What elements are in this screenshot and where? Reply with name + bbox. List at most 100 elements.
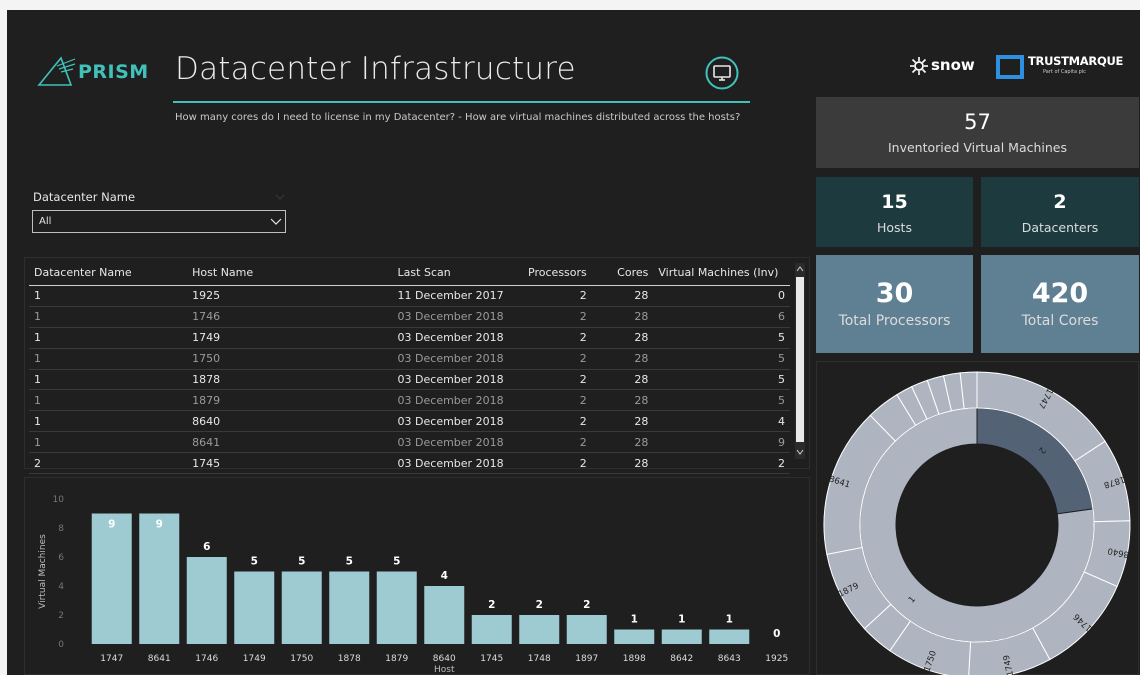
y-tick-label: 0	[58, 640, 64, 650]
table-row[interactable]: 1 1749 03 December 2018 2 28 5	[29, 327, 790, 349]
x-tick-label: 1879	[385, 654, 408, 664]
table-cell: 28	[591, 285, 654, 307]
table-cell: 5	[653, 348, 790, 370]
table-cell: 28	[591, 452, 654, 475]
card-cores-label: Total Cores	[1021, 313, 1099, 329]
table-row[interactable]: 2 1745 03 December 2018 2 28 2	[29, 452, 790, 475]
table-cell: 28	[591, 389, 654, 412]
column-header[interactable]: Cores	[591, 259, 654, 286]
host-table: Datacenter Name Host Name Last Scan Process…	[29, 259, 790, 475]
table-cell: 03 December 2018	[392, 306, 510, 328]
x-tick-label: 1748	[528, 654, 551, 664]
bar-data-label: 9	[156, 519, 163, 531]
bar	[281, 571, 322, 644]
slicer-collapse-icon[interactable]	[275, 194, 285, 200]
table-cell: 1	[29, 431, 188, 454]
card-hosts-value: 15	[881, 191, 908, 213]
table-cell: 03 December 2018	[392, 389, 510, 412]
chevron-down-icon	[270, 218, 282, 225]
x-tick-label: 1897	[575, 654, 598, 664]
scroll-down-icon[interactable]	[796, 448, 804, 456]
column-header[interactable]: Last Scan	[392, 259, 510, 286]
bar	[329, 571, 370, 644]
table-row[interactable]: 1 8641 03 December 2018 2 28 9	[29, 431, 790, 454]
bar	[139, 513, 180, 644]
table-cell: 5	[653, 369, 790, 391]
table-row[interactable]: 1 1746 03 December 2018 2 28 6	[29, 306, 790, 328]
column-header[interactable]: Host Name	[187, 259, 393, 286]
bar-data-label: 5	[298, 556, 305, 568]
y-axis-label: Virtual Machines	[38, 534, 48, 609]
x-tick-label: 1747	[100, 654, 123, 664]
x-tick-label: 1745	[480, 654, 503, 664]
table-row[interactable]: 1 8640 03 December 2018 2 28 4	[29, 410, 790, 433]
bar-data-label: 5	[346, 556, 353, 568]
column-header[interactable]: Processors	[509, 259, 592, 286]
table-cell: 2	[509, 410, 592, 433]
table-scrollbar-thumb[interactable]	[796, 277, 804, 442]
host-distribution-donut-chart: 2117471878864017461749175018798641	[823, 371, 1131, 675]
table-cell: 1746	[187, 306, 393, 328]
card-vms-label: Inventoried Virtual Machines	[887, 140, 1068, 155]
snow-logo-icon	[910, 57, 928, 75]
x-tick-label: 8640	[433, 654, 456, 664]
bar-data-label: 0	[773, 628, 780, 640]
x-tick-label: 1749	[243, 654, 266, 664]
table-cell: 2	[509, 285, 592, 307]
table-cell: 1878	[187, 369, 393, 391]
table-scrollbar[interactable]	[795, 263, 805, 459]
x-tick-label: 1878	[338, 654, 361, 664]
table-cell: 9	[653, 431, 790, 454]
x-tick-label: 8641	[148, 654, 171, 664]
table-cell: 1	[29, 369, 188, 391]
table-cell: 1749	[187, 327, 393, 349]
trustmarque-logo-icon	[996, 55, 1024, 79]
table-row[interactable]: 1 1878 03 December 2018 2 28 5	[29, 369, 790, 391]
table-cell: 1925	[187, 285, 393, 307]
card-total-processors: 30 Total Processors	[816, 255, 973, 353]
table-cell: 5	[653, 389, 790, 412]
table-row[interactable]: 1 1925 11 December 2017 2 28 0	[29, 285, 790, 307]
table-cell: 28	[591, 348, 654, 370]
card-processors-value: 30	[875, 278, 914, 309]
table-cell: 2	[509, 369, 592, 391]
table-cell: 2	[509, 431, 592, 454]
table-cell: 1	[29, 306, 188, 328]
page-subtitle: How many cores do I need to license in m…	[175, 112, 741, 123]
y-tick-label: 6	[58, 553, 64, 563]
x-tick-label: 1746	[195, 654, 218, 664]
scroll-up-icon[interactable]	[796, 265, 804, 273]
table-cell: 1879	[187, 389, 393, 412]
card-vms-value: 57	[964, 110, 991, 134]
card-hosts-label: Hosts	[877, 220, 912, 235]
table-cell: 03 December 2018	[392, 431, 510, 454]
column-header[interactable]: Virtual Machines (Inv)	[653, 259, 790, 286]
table-cell: 8640	[187, 410, 393, 433]
trustmarque-logo-subtext: Part of Capita plc	[1043, 69, 1086, 75]
table-cell: 03 December 2018	[392, 410, 510, 433]
bar-data-label: 5	[251, 556, 258, 568]
column-header[interactable]: Datacenter Name	[29, 259, 188, 286]
bar	[519, 615, 560, 644]
prism-logo-icon	[37, 56, 76, 86]
y-tick-label: 10	[53, 495, 65, 505]
datacenter-slicer-dropdown[interactable]: All	[32, 210, 286, 233]
table-row[interactable]: 1 1750 03 December 2018 2 28 5	[29, 348, 790, 370]
vm-per-host-bar-chart: 0246810Virtual Machines91747986416174651…	[38, 495, 788, 675]
bar	[471, 615, 512, 644]
card-hosts: 15 Hosts	[816, 177, 973, 247]
bar	[91, 513, 132, 644]
card-inventoried-vms: 57 Inventoried Virtual Machines	[816, 97, 1139, 168]
bar	[376, 571, 417, 644]
table-cell: 2	[509, 327, 592, 349]
table-cell: 2	[509, 389, 592, 412]
bar	[661, 629, 702, 644]
table-cell: 2	[653, 452, 790, 475]
bar-data-label: 5	[393, 556, 400, 568]
table-cell: 5	[653, 327, 790, 349]
monitor-icon[interactable]	[704, 55, 740, 91]
x-tick-label: 1750	[290, 654, 313, 664]
card-datacenters-label: Datacenters	[1021, 220, 1099, 235]
y-tick-label: 8	[58, 524, 64, 534]
table-row[interactable]: 1 1879 03 December 2018 2 28 5	[29, 389, 790, 412]
